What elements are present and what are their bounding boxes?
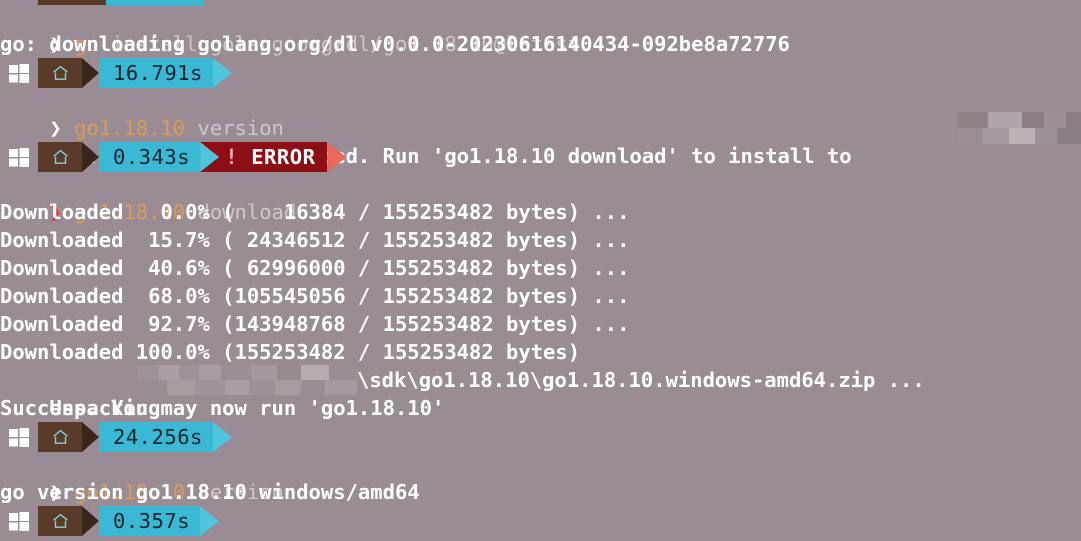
segment-arrow-tip	[200, 506, 220, 536]
windows-logo-icon	[0, 506, 38, 536]
windows-logo-icon	[0, 142, 38, 172]
prompt-line-4: ❯ go1.18.10 version	[0, 450, 1081, 504]
segment-arrow	[82, 58, 99, 88]
output-line-download-progress: Downloaded 0.0% ( 16384 / 155253482 byte…	[0, 200, 630, 224]
output-line-download-progress: Downloaded 40.6% ( 62996000 / 155253482 …	[0, 256, 630, 280]
segment-arrow-tip	[212, 58, 232, 88]
powerline-prompt-3: 24.256s	[0, 422, 232, 452]
terminal-window[interactable]: ❯ go install golang.org/dl/go1.18.10@lat…	[0, 0, 1081, 541]
prompt-line-1: ❯ go install golang.org/dl/go1.18.10@lat…	[0, 2, 1081, 56]
output-line-download-progress: Downloaded 100.0% (155253482 / 155253482…	[0, 340, 581, 364]
windows-logo-icon	[0, 422, 38, 452]
error-label: ERROR	[251, 145, 316, 169]
output-line-go-version: go version go1.18.10 windows/amd64	[0, 480, 420, 504]
prompt-chevron-cutoff: ❯	[0, 535, 1081, 541]
windows-logo-icon	[0, 58, 38, 88]
powerline-prompt-4: 0.357s	[0, 506, 220, 536]
status-badge-error: ! ERROR	[219, 142, 328, 172]
segment-arrow-tip	[327, 142, 347, 172]
prompt-line-3: ❯ go1.18.10 download	[0, 170, 1081, 224]
output-line-not-downloaded: go1.18.10: not downloaded. Run 'go1.18.1…	[0, 114, 1081, 168]
segment-arrow	[82, 142, 99, 172]
segment-arrow	[82, 422, 99, 452]
redacted-path-2	[137, 365, 357, 395]
powerline-prompt-2: 0.343s ! ERROR	[0, 142, 347, 172]
output-line-download-progress: Downloaded 15.7% ( 24346512 / 155253482 …	[0, 228, 630, 252]
elapsed-time: 16.791s	[99, 58, 213, 88]
elapsed-time: 0.357s	[99, 506, 201, 536]
output-line-download-progress: Downloaded 92.7% (143948768 / 155253482 …	[0, 312, 630, 336]
home-icon	[38, 506, 82, 536]
segment-arrow-tip	[212, 422, 232, 452]
elapsed-time: 24.256s	[99, 422, 213, 452]
output-line-downloading: go: downloading golang.org/dl v0.0.0-202…	[0, 32, 790, 56]
segment-arrow	[200, 142, 220, 172]
redacted-path-1	[958, 112, 1081, 144]
elapsed-time: 0.343s	[99, 142, 201, 172]
home-icon	[38, 58, 82, 88]
segment-arrow	[82, 506, 99, 536]
unpacking-suffix: \sdk\go1.18.10\go1.18.10.windows-amd64.z…	[357, 368, 925, 392]
powerline-prompt-1: 16.791s	[0, 58, 232, 88]
home-icon	[38, 142, 82, 172]
prompt-line-2: ❯ go1.18.10 version	[0, 86, 1081, 140]
exclamation-icon: !	[225, 144, 239, 169]
output-line-success: Success. You may now run 'go1.18.10'	[0, 396, 445, 420]
output-line-download-progress: Downloaded 68.0% (105545056 / 155253482 …	[0, 284, 630, 308]
home-icon	[38, 422, 82, 452]
prompt-line-cutoff-bottom: ❯	[0, 535, 1081, 541]
